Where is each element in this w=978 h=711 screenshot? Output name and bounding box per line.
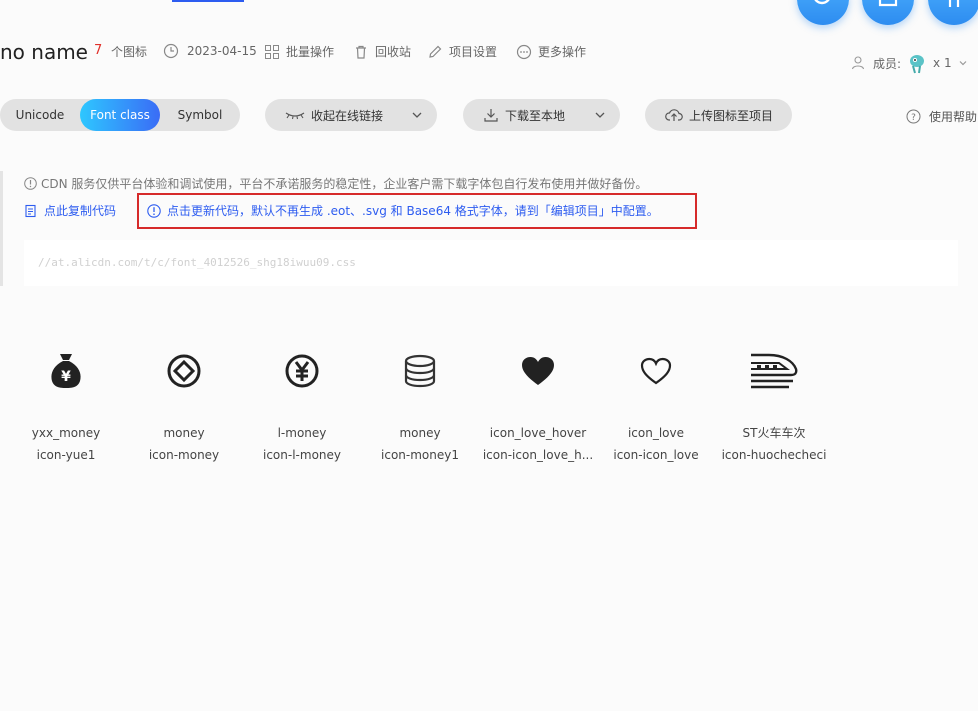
help-label: 使用帮助 <box>929 110 978 124</box>
more-dots-icon <box>516 44 532 59</box>
chevron-down-icon <box>595 112 605 118</box>
icon-card[interactable]: l-money icon-l-money <box>243 348 361 466</box>
upload-to-project-button[interactable]: 上传图标至项目 <box>645 99 792 131</box>
copy-code-link[interactable]: 点此复制代码 <box>24 202 116 219</box>
update-code-text: 点击更新代码，默认不再生成 .eot、.svg 和 Base64 格式字体，请到… <box>167 204 659 218</box>
icon-card[interactable]: icon_love_hover icon-icon_love_h... <box>479 348 597 466</box>
svg-text:¥: ¥ <box>61 369 71 385</box>
icon-name: ST火车车次 <box>742 426 806 440</box>
tab-symbol[interactable]: Symbol <box>160 99 240 131</box>
icon-name: yxx_money <box>31 426 101 440</box>
icon-count-label-text: 个图标 <box>111 45 148 59</box>
icon-class: icon-icon_love <box>613 448 699 462</box>
icon-class: icon-money1 <box>381 448 459 462</box>
icon-name: money <box>399 426 441 440</box>
icon-card[interactable]: money icon-money <box>125 348 243 466</box>
user-icon <box>851 56 865 70</box>
help-link[interactable]: ? 使用帮助 <box>906 108 977 125</box>
download-button[interactable]: 下载至本地 <box>463 99 620 131</box>
coin-diamond-icon <box>167 354 201 388</box>
chevron-down-icon <box>959 61 967 66</box>
pencil-icon <box>429 45 442 58</box>
project-date-text: 2023-04-15 <box>187 44 257 58</box>
icon-class: icon-huochecheci <box>721 448 827 462</box>
recycle-bin-label: 回收站 <box>375 45 412 59</box>
heart-filled-icon <box>522 357 554 385</box>
online-link-label: 收起在线链接 <box>311 108 384 123</box>
project-title: no name <box>0 40 88 64</box>
update-code-link[interactable]: 点击更新代码，默认不再生成 .eot、.svg 和 Base64 格式字体，请到… <box>147 202 659 219</box>
coin-stack-icon <box>404 354 436 388</box>
batch-operation-label: 批量操作 <box>286 45 335 59</box>
icon-name: icon_love <box>627 426 685 440</box>
icon-card[interactable]: money icon-money1 <box>361 348 479 466</box>
download-icon <box>484 109 498 122</box>
avatar <box>910 55 925 74</box>
members-count: x 1 <box>933 56 952 70</box>
members-label: 成员: <box>873 56 902 71</box>
upload-label: 上传图标至项目 <box>689 108 774 123</box>
money-bag-icon: ¥ <box>51 354 81 388</box>
copy-code-label: 点此复制代码 <box>44 204 117 218</box>
cdn-notice-text: CDN 服务仅供平台体验和调试使用，平台不承诺服务的稳定性，企业客户需下载字体包… <box>41 177 648 191</box>
info-icon <box>147 203 161 218</box>
svg-text:?: ? <box>911 113 916 123</box>
icon-class: icon-icon_love_h... <box>482 448 594 462</box>
batch-operation-button[interactable]: 批量操作 <box>264 43 334 60</box>
icon-class: icon-money <box>148 448 220 462</box>
notice-divider <box>0 171 3 286</box>
info-icon <box>24 177 37 190</box>
icon-card[interactable]: ST火车车次 icon-huochecheci <box>715 348 833 466</box>
add-box-icon <box>878 0 898 7</box>
code-snippet-url[interactable]: //at.alicdn.com/t/c/font_4012526_shg18iw… <box>38 256 356 269</box>
download-label: 下载至本地 <box>505 108 566 123</box>
sort-button[interactable] <box>928 0 978 25</box>
online-link-toggle-button[interactable]: 收起在线链接 <box>265 99 437 131</box>
project-settings-label: 项目设置 <box>449 45 498 59</box>
search-button[interactable] <box>797 0 849 25</box>
train-icon <box>751 353 798 389</box>
eye-closed-icon <box>285 112 305 120</box>
question-circle-icon: ? <box>906 109 921 124</box>
icon-name: l-money <box>277 426 327 440</box>
sort-arrows-icon <box>948 0 960 7</box>
icon-name: money <box>163 426 205 440</box>
project-date: 2023-04-15 <box>163 43 257 59</box>
search-icon <box>814 0 830 5</box>
tab-unicode[interactable]: Unicode <box>0 99 80 131</box>
recycle-bin-button[interactable]: 回收站 <box>353 43 411 60</box>
icon-class: icon-yue1 <box>36 448 96 462</box>
icon-card[interactable]: ¥ yxx_money icon-yue1 <box>7 348 125 466</box>
active-nav-underline <box>172 0 244 2</box>
copy-icon <box>25 204 36 217</box>
icon-name: icon_love_hover <box>489 426 587 440</box>
icon-count-label: 个图标 <box>111 43 147 60</box>
tab-font-class[interactable]: Font class <box>80 99 160 131</box>
code-type-tabs: Unicode Font class Symbol <box>0 99 240 131</box>
more-operations-label: 更多操作 <box>538 45 587 59</box>
yen-circle-icon <box>285 354 319 388</box>
more-operations-button[interactable]: 更多操作 <box>516 43 586 60</box>
heart-outline-icon <box>640 357 672 385</box>
icon-class: icon-l-money <box>263 448 341 462</box>
project-settings-button[interactable]: 项目设置 <box>427 43 497 60</box>
icon-card[interactable]: icon_love icon-icon_love <box>597 348 715 466</box>
clock-icon <box>163 43 179 59</box>
chevron-down-icon <box>412 112 422 118</box>
icon-count: 7 <box>94 43 103 58</box>
add-icon-button[interactable] <box>862 0 914 25</box>
members-info[interactable]: 成员: x 1 <box>851 52 968 74</box>
grid-icon <box>265 44 279 59</box>
cdn-notice: CDN 服务仅供平台体验和调试使用，平台不承诺服务的稳定性，企业客户需下载字体包… <box>24 175 647 192</box>
trash-icon <box>356 45 366 59</box>
cloud-upload-icon <box>665 109 683 121</box>
